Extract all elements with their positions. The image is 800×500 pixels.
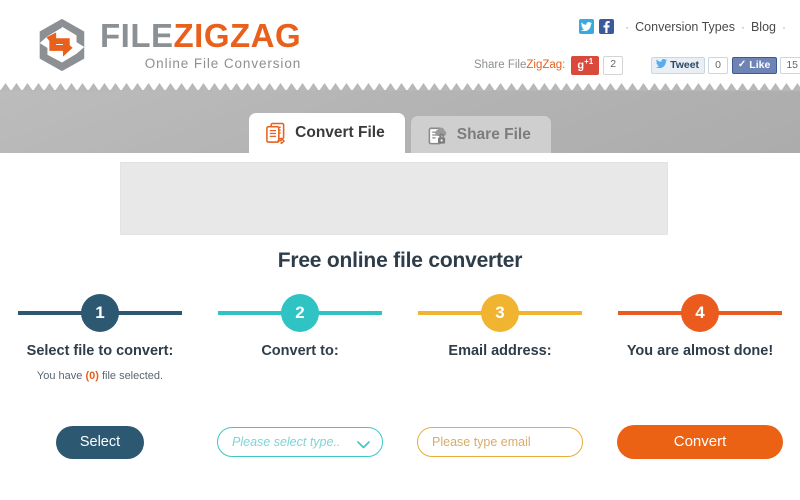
zigzag-hexagon-logo-icon — [30, 14, 92, 76]
step-4: 4 You are almost done! — [600, 293, 800, 382]
share-label: Share FileZigZag: — [474, 59, 565, 71]
facebook-icon[interactable] — [599, 19, 615, 34]
step-3-track: 3 — [400, 293, 600, 333]
logo-title: FILEZIGZAG — [100, 17, 301, 54]
top-navigation: · Conversion Types · Blog · — [579, 19, 792, 34]
facebook-like-button[interactable]: ✓ Like — [731, 56, 778, 75]
step-1-circle: 1 — [81, 294, 119, 332]
step-2-track: 2 — [200, 293, 400, 333]
step-2-circle: 2 — [281, 294, 319, 332]
step-controls-row: Select Please select type.. Convert — [0, 425, 800, 459]
step-3-label: Email address: — [448, 343, 552, 359]
share-file-lock-icon — [427, 124, 448, 146]
logo-title-zigzag: ZIGZAG — [173, 17, 302, 55]
share-label-file: File — [507, 59, 527, 72]
share-label-prefix: Share — [473, 59, 508, 72]
share-bar: Share FileZigZag: g+1 2 Tweet 0 ✓ Like 1… — [474, 56, 800, 75]
google-plus-one-button[interactable]: g+1 — [571, 56, 600, 75]
step-3-circle: 3 — [481, 294, 519, 332]
step-1-track: 1 — [0, 293, 200, 333]
convert-file-icon — [265, 122, 286, 145]
main-content: Free online file converter 1 Select file… — [0, 153, 800, 500]
control-convert: Convert — [600, 425, 800, 459]
control-email — [400, 425, 600, 459]
note-after: file selected. — [98, 370, 164, 382]
tweet-bird-icon — [656, 58, 668, 71]
control-select-file: Select — [0, 425, 200, 459]
tab-convert-file[interactable]: Convert File — [249, 113, 405, 153]
step-1-file-count-note: You have (0) file selected. — [37, 370, 163, 382]
note-count: (0) — [85, 370, 99, 382]
step-3: 3 Email address: — [400, 293, 600, 382]
control-convert-to: Please select type.. — [200, 425, 400, 459]
convert-type-select-wrapper: Please select type.. — [217, 427, 383, 457]
step-4-label: You are almost done! — [626, 343, 774, 359]
nav-link-conversion-types[interactable]: Conversion Types — [635, 20, 735, 34]
logo-tagline: Online File Conversion — [144, 56, 302, 72]
tab-list: Convert File Share File — [0, 113, 800, 153]
page-header: FILEZIGZAG Online File Conversion · Conv… — [0, 0, 800, 90]
share-label-colon: : — [562, 59, 566, 72]
select-file-button[interactable]: Select — [55, 425, 145, 459]
google-plus-one-count: 2 — [603, 56, 624, 75]
nav-separator-1: · — [625, 19, 630, 34]
ad-placeholder — [120, 162, 668, 235]
convert-type-select[interactable]: Please select type.. — [217, 427, 383, 457]
step-4-track: 4 — [600, 293, 800, 333]
step-2-label: Convert to: — [261, 343, 339, 359]
nav-separator-2: · — [740, 19, 745, 34]
like-button-label: Like — [749, 58, 771, 71]
tab-band: Convert File Share File — [0, 83, 800, 153]
tweet-button-label: Tweet — [670, 58, 700, 71]
step-1: 1 Select file to convert: You have (0) f… — [0, 293, 200, 382]
facebook-like-count: 15 — [780, 56, 800, 75]
social-button-group: Tweet 0 ✓ Like 15 — [651, 56, 800, 75]
nav-link-blog[interactable]: Blog — [751, 20, 776, 34]
share-label-zigzag: ZigZag — [526, 59, 563, 72]
tweet-button[interactable]: Tweet — [651, 56, 706, 75]
site-logo[interactable]: FILEZIGZAG Online File Conversion — [30, 14, 301, 76]
step-indicator-row: 1 Select file to convert: You have (0) f… — [0, 293, 800, 382]
check-icon: ✓ — [737, 58, 747, 70]
nav-separator-3: · — [782, 19, 786, 34]
tweet-count: 0 — [708, 56, 728, 75]
note-before: You have — [36, 370, 86, 382]
page-title: Free online file converter — [277, 249, 523, 272]
email-input[interactable] — [417, 427, 583, 457]
logo-text: FILEZIGZAG Online File Conversion — [100, 19, 301, 71]
tab-share-file-label: Share File — [456, 125, 531, 143]
tab-share-file[interactable]: Share File — [410, 116, 551, 153]
zigzag-edge-decoration — [0, 83, 800, 91]
gplus-plus-one: +1 — [584, 57, 594, 66]
step-2: 2 Convert to: — [200, 293, 400, 382]
logo-title-file: FILE — [100, 17, 174, 55]
step-4-circle: 4 — [681, 294, 719, 332]
tab-convert-file-label: Convert File — [295, 124, 385, 141]
step-1-label: Select file to convert: — [26, 343, 174, 359]
convert-button[interactable]: Convert — [617, 425, 783, 459]
twitter-icon[interactable] — [579, 19, 595, 34]
